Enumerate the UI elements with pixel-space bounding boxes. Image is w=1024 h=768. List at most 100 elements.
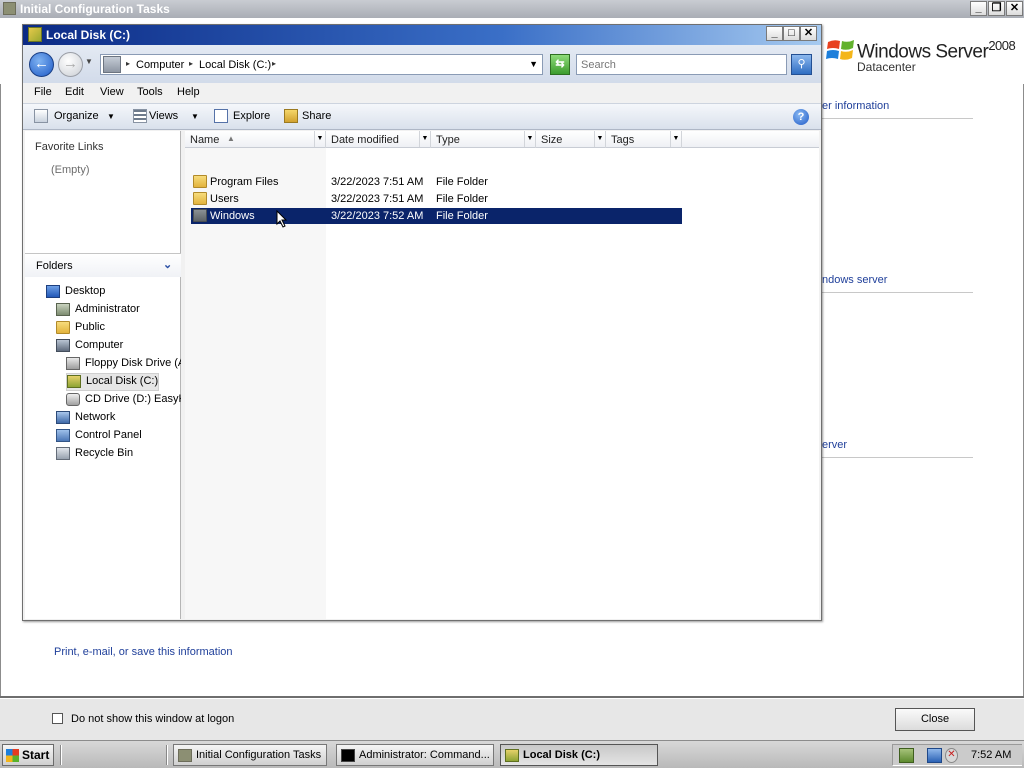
task-button-local-disk[interactable]: Local Disk (C:) [500,744,658,766]
folders-header[interactable]: Folders ⌄ [25,253,181,277]
file-row-windows[interactable]: Windows 3/22/2023 7:52 AM File Folder [191,208,682,224]
column-filter-dropdown-icon[interactable]: ▼ [419,131,430,147]
breadcrumb-computer[interactable]: Computer [136,59,184,71]
favorite-links-title[interactable]: Favorite Links [35,141,103,153]
task-button-label: Administrator: Command... [359,749,490,761]
breadcrumb-arrow-icon[interactable]: ▸ [189,59,193,68]
close-window-button[interactable]: ✕ [1006,1,1023,16]
address-dropdown-icon[interactable]: ▼ [529,59,538,69]
config-tasks-footer: Do not show this window at logon Close [0,698,1024,740]
views-button[interactable]: Views [149,110,178,122]
network-status-icon[interactable] [927,748,942,763]
menu-help[interactable]: Help [177,86,200,98]
file-row-users[interactable]: Users 3/22/2023 7:51 AM File Folder [191,191,682,207]
config-tasks-titlebar[interactable]: Initial Configuration Tasks _ ❐ ✕ [0,0,1024,18]
column-filter-dropdown-icon[interactable]: ▼ [670,131,681,147]
floppy-drive-icon [66,357,80,370]
tree-item-floppy-drive[interactable]: Floppy Disk Drive (A [66,356,181,372]
security-status-icon[interactable] [899,748,914,763]
command-prompt-icon [341,749,355,762]
tree-item-label: Local Disk (C:) [86,375,159,387]
section-link-customize-server[interactable]: erver [822,439,847,451]
chevron-down-icon[interactable]: ⌄ [163,258,172,271]
column-filter-dropdown-icon[interactable]: ▼ [524,131,535,147]
explorer-close-button[interactable]: ✕ [800,26,817,41]
start-label: Start [22,748,50,762]
tree-item-public[interactable]: Public [56,320,181,336]
menu-view[interactable]: View [100,86,124,98]
column-name[interactable]: Name ▲ ▼ [185,131,326,148]
search-box[interactable] [576,54,787,75]
back-button[interactable]: ← [29,52,54,77]
search-icon[interactable]: ⚲ [791,54,812,75]
search-input[interactable] [579,57,779,72]
menu-file[interactable]: File [34,86,52,98]
column-header-row: Name ▲ ▼ Date modified ▼ Type ▼ Size ▼ T… [185,131,819,148]
mouse-pointer-icon [276,210,288,228]
start-button[interactable]: Start [2,744,54,766]
column-size[interactable]: Size ▼ [536,131,606,148]
task-button-command-prompt[interactable]: Administrator: Command... [336,744,494,766]
column-filter-dropdown-icon[interactable]: ▼ [314,131,325,147]
local-disk-icon [67,375,81,388]
do-not-show-label[interactable]: Do not show this window at logon [71,713,234,725]
do-not-show-checkbox[interactable] [52,713,63,724]
volume-muted-icon[interactable]: ✕ [945,748,958,763]
taskbar: Start Initial Configuration Tasks Admini… [0,740,1024,768]
desktop-icon [46,285,60,298]
local-disk-icon [505,749,519,762]
explorer-maximize-button[interactable]: □ [783,26,800,41]
column-filter-dropdown-icon[interactable]: ▼ [594,131,605,147]
column-type[interactable]: Type ▼ [431,131,536,148]
recent-pages-dropdown-icon[interactable]: ▼ [85,57,93,66]
forward-button[interactable]: → [58,52,83,77]
close-button[interactable]: Close [895,708,975,731]
computer-icon [56,339,70,352]
favorite-links-empty: (Empty) [51,164,90,176]
column-tags[interactable]: Tags ▼ [606,131,682,148]
navigation-pane: Favorite Links (Empty) Folders ⌄ Desktop… [25,131,181,619]
tree-item-administrator[interactable]: Administrator [56,302,181,318]
menu-tools[interactable]: Tools [137,86,163,98]
organize-button[interactable]: Organize [54,110,99,122]
file-row-program-files[interactable]: Program Files 3/22/2023 7:51 AM File Fol… [191,174,682,190]
minimize-button[interactable]: _ [970,1,987,16]
file-name: Program Files [210,176,279,188]
address-toolbar: ← → ▼ ▸ Computer ▸ Local Disk (C:) ▸ ▼ ⇆… [23,45,821,83]
refresh-button[interactable]: ⇆ [550,54,570,75]
tree-item-computer[interactable]: Computer [56,338,181,354]
tree-item-desktop[interactable]: Desktop [46,284,181,300]
section-link-update-server[interactable]: ndows server [822,274,887,286]
task-button-config-tasks[interactable]: Initial Configuration Tasks [173,744,327,766]
views-dropdown-icon[interactable]: ▼ [191,112,199,121]
breadcrumb-local-disk[interactable]: Local Disk (C:) [199,59,271,71]
tree-item-cd-drive[interactable]: CD Drive (D:) EasyK [66,392,181,408]
taskbar-clock[interactable]: 7:52 AM [971,749,1011,761]
breadcrumb-arrow-icon[interactable]: ▸ [272,59,276,68]
print-email-save-link[interactable]: Print, e-mail, or save this information [54,646,233,658]
tree-item-local-disk[interactable]: Local Disk (C:) [66,373,159,391]
menu-edit[interactable]: Edit [65,86,84,98]
address-bar[interactable]: ▸ Computer ▸ Local Disk (C:) ▸ ▼ [100,54,543,75]
local-disk-icon [28,27,42,42]
tree-item-label: Desktop [65,285,106,297]
column-date-modified[interactable]: Date modified ▼ [326,131,431,148]
system-tray: ✕ 7:52 AM [892,744,1022,766]
tree-item-network[interactable]: Network [56,410,181,426]
explorer-minimize-button[interactable]: _ [766,26,783,41]
tree-item-control-panel[interactable]: Control Panel [56,428,181,444]
user-folder-icon [56,303,70,316]
file-list-pane: Name ▲ ▼ Date modified ▼ Type ▼ Size ▼ T… [185,131,819,619]
menu-bar: File Edit View Tools Help [23,83,821,103]
breadcrumb-arrow-icon[interactable]: ▸ [126,59,130,68]
sort-ascending-icon: ▲ [227,134,235,143]
help-icon[interactable]: ? [793,109,809,125]
share-button[interactable]: Share [302,110,331,122]
file-type: File Folder [436,193,488,205]
explorer-titlebar[interactable]: Local Disk (C:) _ □ ✕ [23,25,821,45]
explore-button[interactable]: Explore [233,110,270,122]
tree-item-recycle-bin[interactable]: Recycle Bin [56,446,181,462]
organize-dropdown-icon[interactable]: ▼ [107,112,115,121]
section-link-server-information[interactable]: er information [822,100,889,112]
restore-button[interactable]: ❐ [988,1,1005,16]
